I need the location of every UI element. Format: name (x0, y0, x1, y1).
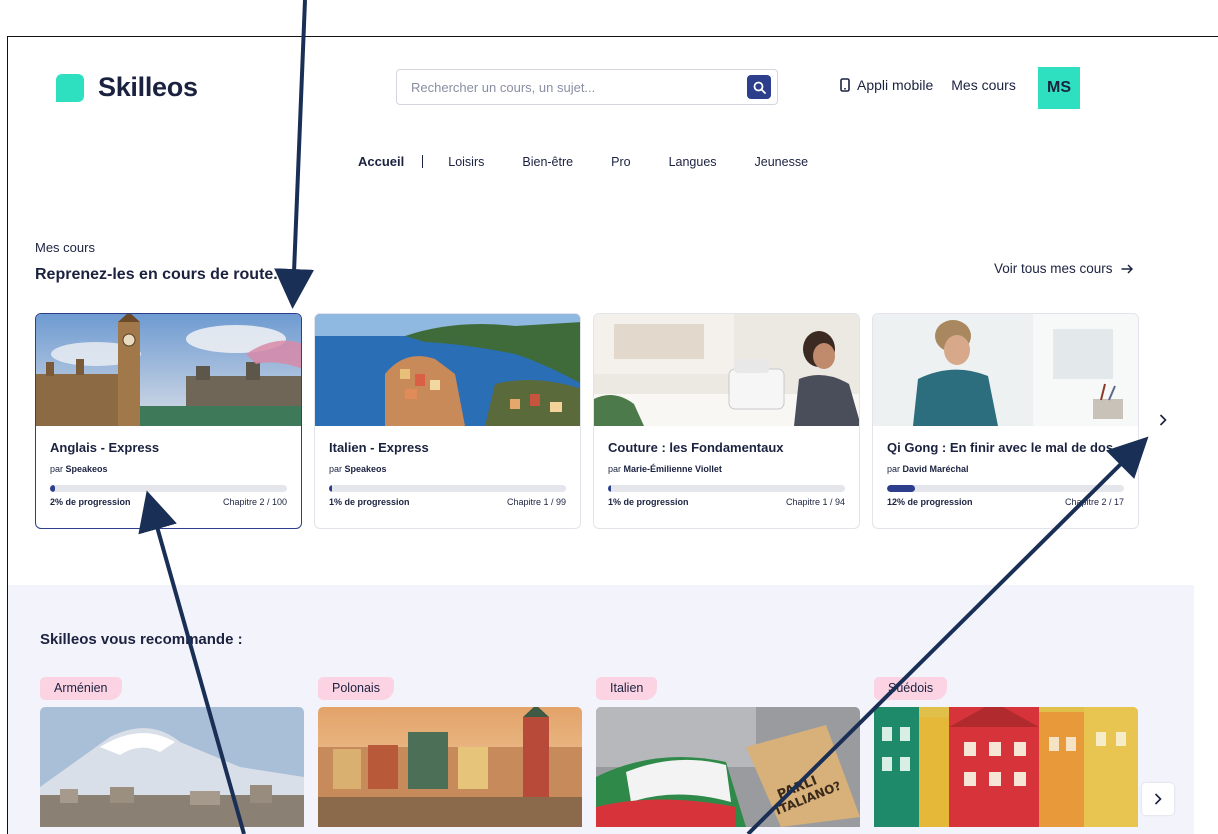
progress-bar-fill (608, 485, 611, 492)
course-thumbnail-back-pain (873, 314, 1138, 426)
brand-logo[interactable]: Skilleos (56, 72, 198, 103)
recommendation-thumbnail-warsaw (318, 707, 582, 827)
course-title: Anglais - Express (50, 440, 160, 455)
search-button[interactable] (747, 75, 771, 99)
progress-bar-fill (50, 485, 55, 492)
course-author: par David Maréchal (887, 464, 969, 474)
recommendations-section: Skilleos vous recommande : Arménien Polo… (8, 585, 1194, 834)
category-tag: Italien (596, 677, 658, 700)
recommendation-card[interactable]: Polonais (318, 677, 582, 827)
logo-icon (56, 73, 84, 102)
chapter-count: Chapitre 1 / 94 (785, 497, 845, 507)
course-title: Italien - Express (329, 440, 429, 455)
mobile-app-label: Appli mobile (857, 77, 934, 93)
category-tag: Polonais (318, 677, 394, 700)
progress-bar (608, 485, 845, 492)
recommendation-card[interactable]: Italien PARLI ITALIANO? (596, 677, 860, 827)
nav-item-jeunesse[interactable]: Jeunesse (755, 155, 809, 169)
chapter-count: Chapitre 1 / 99 (506, 497, 566, 507)
course-title: Couture : les Fondamentaux (608, 440, 784, 455)
chevron-right-icon (1159, 414, 1167, 426)
progress-text: 1% de progression (608, 497, 689, 507)
section-label: Mes cours (35, 240, 95, 255)
progress-bar-fill (329, 485, 332, 492)
progress-text: 2% de progression (50, 497, 131, 507)
recommendations-title: Skilleos vous recommande : (40, 631, 243, 648)
course-carousel: Anglais - Express par Speakeos 2% de pro… (35, 313, 1139, 529)
search-bar (396, 69, 778, 105)
user-avatar[interactable]: MS (1038, 67, 1080, 109)
recommendation-thumbnail-stockholm (874, 707, 1138, 827)
section-title: Reprenez-les en cours de route. (35, 266, 278, 283)
course-thumbnail-london (36, 314, 301, 426)
arrow-right-icon (1121, 263, 1133, 274)
search-input[interactable] (411, 79, 777, 95)
progress-bar (50, 485, 287, 492)
course-thumbnail-cinque-terre (315, 314, 580, 426)
nav-item-loisirs[interactable]: Loisirs (448, 155, 484, 169)
smartphone-icon (840, 78, 850, 92)
mobile-app-link[interactable]: Appli mobile (840, 77, 933, 93)
recommendation-thumbnail-ararat (40, 707, 304, 827)
progress-bar (329, 485, 566, 492)
chevron-right-icon (1154, 793, 1162, 805)
recommendations-next-button[interactable] (1142, 783, 1174, 815)
course-thumbnail-sewing (594, 314, 859, 426)
recommendation-thumbnail-italian-book: PARLI ITALIANO? (596, 707, 860, 827)
chapter-count: Chapitre 2 / 100 (222, 497, 287, 507)
progress-bar-fill (887, 485, 916, 492)
course-author: par Marie-Émilienne Viollet (608, 464, 722, 474)
see-all-courses-link[interactable]: Voir tous mes cours (994, 261, 1133, 276)
carousel-next-button[interactable] (1153, 410, 1173, 430)
recommendations-carousel: Arménien Polonais Italien PARLI ITALIANO… (40, 677, 1138, 827)
category-tag: Arménien (40, 677, 122, 700)
header-links: Appli mobile Mes cours (840, 77, 1016, 93)
recommendation-card[interactable]: Arménien (40, 677, 304, 827)
course-card[interactable]: Qi Gong : En finir avec le mal de dos pa… (872, 313, 1139, 529)
see-all-label: Voir tous mes cours (994, 261, 1113, 276)
recommendation-card[interactable]: Suédois (874, 677, 1138, 827)
chapter-count: Chapitre 2 / 17 (1064, 497, 1124, 507)
my-courses-link[interactable]: Mes cours (951, 77, 1016, 93)
nav-item-pro[interactable]: Pro (611, 155, 630, 169)
nav-item-accueil[interactable]: Accueil (358, 154, 404, 169)
category-tag: Suédois (874, 677, 948, 700)
category-nav: Accueil Loisirs Bien-être Pro Langues Je… (358, 154, 846, 169)
course-card[interactable]: Italien - Express par Speakeos 1% de pro… (314, 313, 581, 529)
progress-text: 1% de progression (329, 497, 410, 507)
search-icon (753, 81, 766, 94)
browser-viewport: Skilleos Appli mobile Mes cours MS Accue… (7, 36, 1218, 834)
progress-text: 12% de progression (887, 497, 973, 507)
nav-divider (422, 155, 424, 168)
course-card[interactable]: Couture : les Fondamentaux par Marie-Émi… (593, 313, 860, 529)
nav-item-langues[interactable]: Langues (669, 155, 717, 169)
course-title: Qi Gong : En finir avec le mal de dos (887, 440, 1114, 455)
course-card[interactable]: Anglais - Express par Speakeos 2% de pro… (35, 313, 302, 529)
course-author: par Speakeos (329, 464, 387, 474)
nav-item-bien-etre[interactable]: Bien-être (522, 155, 573, 169)
progress-bar (887, 485, 1124, 492)
brand-name: Skilleos (98, 72, 198, 102)
course-author: par Speakeos (50, 464, 108, 474)
